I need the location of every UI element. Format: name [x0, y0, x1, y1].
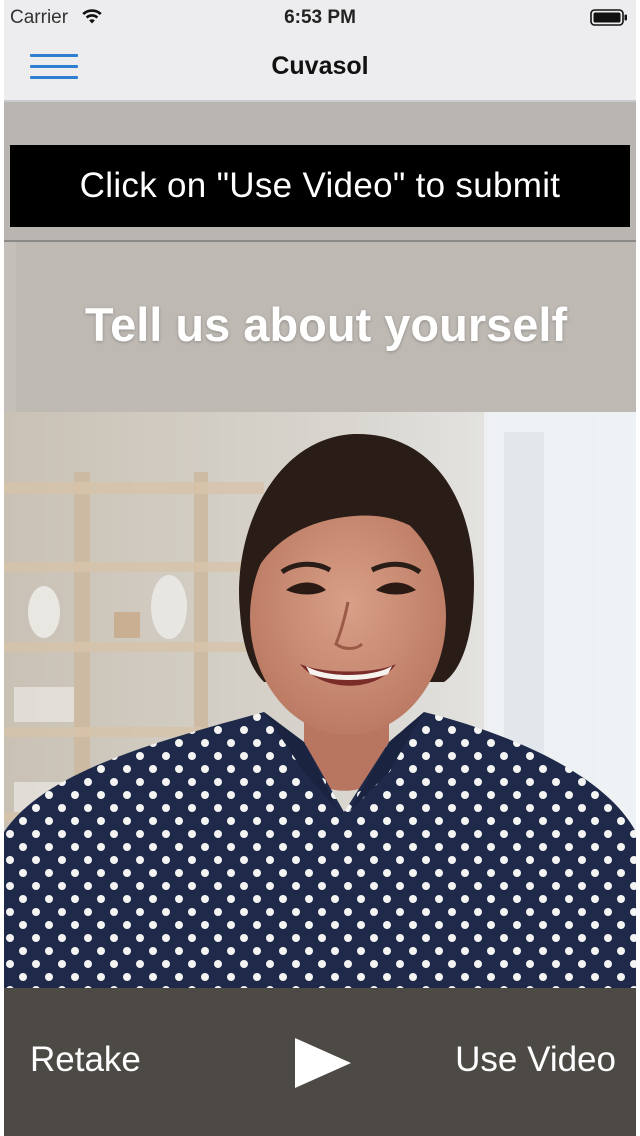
play-icon[interactable]: [293, 1036, 353, 1090]
question-card: Tell us about yourself: [16, 242, 636, 412]
question-prompt: Tell us about yourself: [84, 298, 568, 351]
screen: Carrier 6:53 PM Cuvasol Click on "Use Vi…: [4, 0, 636, 1136]
status-bar: Carrier 6:53 PM: [4, 0, 636, 36]
video-frame-image: [4, 412, 636, 988]
page-title: Cuvasol: [271, 52, 369, 80]
retake-button[interactable]: Retake: [30, 1040, 141, 1080]
navigation-bar: Cuvasol: [4, 36, 636, 102]
clock: 6:53 PM: [284, 7, 356, 28]
hint-area: Click on "Use Video" to submit: [4, 102, 636, 240]
use-video-button[interactable]: Use Video: [455, 1040, 616, 1080]
battery-icon: [590, 9, 627, 26]
video-preview[interactable]: [4, 412, 636, 988]
submit-hint-banner: Click on "Use Video" to submit: [10, 145, 630, 227]
video-controls-bar: Retake Use Video: [4, 988, 636, 1136]
question-panel: Tell us about yourself: [4, 242, 636, 412]
